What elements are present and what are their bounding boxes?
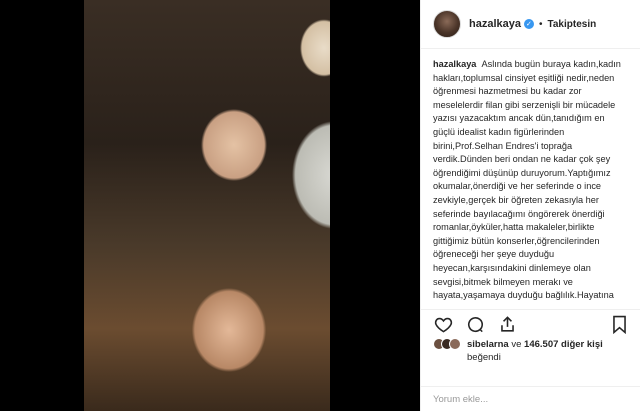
comment-icon[interactable]: [465, 315, 485, 335]
liker-username[interactable]: sibelarna: [467, 339, 509, 350]
liker-avatar[interactable]: [449, 338, 461, 350]
likes-text: sibelarna ve 146.507 diğer kişi beğendi: [467, 338, 603, 364]
post-photo[interactable]: [84, 0, 330, 411]
likes-count[interactable]: 146.507 diğer kişi: [524, 339, 603, 350]
caption-text: Aslında bugün buraya kadın,kadın hakları…: [433, 59, 621, 301]
likes-count-number[interactable]: 146.507: [524, 339, 558, 350]
share-icon[interactable]: [497, 315, 517, 335]
likes-count-label[interactable]: diğer kişi: [561, 339, 603, 350]
profile-avatar[interactable]: [433, 10, 461, 38]
heart-icon[interactable]: [433, 315, 453, 335]
likes-suffix: beğendi: [467, 352, 501, 363]
post-header: hazalkaya ✓ • Takiptesin: [421, 0, 640, 49]
instagram-post: hazalkaya ✓ • Takiptesin hazalkaya Aslın…: [0, 0, 640, 411]
header-username[interactable]: hazalkaya: [469, 18, 521, 30]
bookmark-icon[interactable]: [609, 315, 629, 335]
likes-conjunction: ve: [511, 339, 522, 350]
comment-input[interactable]: [433, 393, 629, 405]
post-media[interactable]: [0, 0, 420, 411]
caption-username[interactable]: hazalkaya: [433, 59, 476, 69]
verified-badge-icon: ✓: [523, 19, 534, 29]
comment-box: [421, 386, 640, 411]
post-side-panel: hazalkaya ✓ • Takiptesin hazalkaya Aslın…: [420, 0, 640, 411]
header-separator: •: [538, 18, 543, 30]
likes-summary: sibelarna ve 146.507 diğer kişi beğendi: [433, 338, 633, 364]
follow-status-button[interactable]: Takiptesin: [548, 19, 597, 30]
post-actions: [421, 309, 640, 339]
post-caption: hazalkaya Aslında bugün buraya kadın,kad…: [421, 49, 640, 307]
liker-avatars[interactable]: [433, 338, 461, 350]
